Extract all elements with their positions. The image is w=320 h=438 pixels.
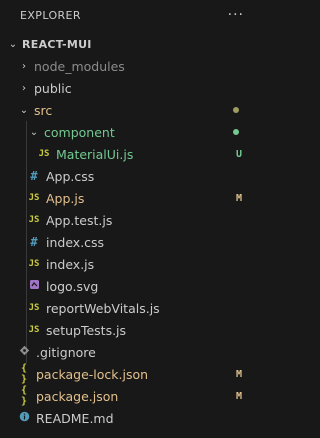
file-label: package-lock.json [36, 366, 149, 382]
file-label: MaterialUi.js [56, 146, 134, 162]
explorer-title: EXPLORER [20, 8, 81, 22]
git-file-icon [16, 345, 32, 359]
folder-src[interactable]: ⌄ src [0, 99, 256, 121]
file-tree: › node_modules › public ⌄ src ⌄ componen… [0, 55, 256, 429]
file-app-js[interactable]: JS App.js M [0, 187, 256, 209]
file-app-test-js[interactable]: JS App.test.js [0, 209, 256, 231]
file-index-js[interactable]: JS index.js [0, 253, 256, 275]
explorer-panel: EXPLORER ··· ⌄ REACT-MUI › node_modules … [0, 0, 256, 438]
file-label: package.json [36, 388, 119, 404]
file-label: README.md [36, 410, 114, 426]
file-reportwebvitals-js[interactable]: JS reportWebVitals.js [0, 297, 256, 319]
git-status-badge: U [235, 148, 242, 160]
folder-label: node_modules [34, 58, 125, 74]
folder-component[interactable]: ⌄ component [0, 121, 256, 143]
file-index-css[interactable]: # index.css [0, 231, 256, 253]
javascript-file-icon: JS [38, 149, 50, 159]
untracked-dot-icon [233, 129, 239, 135]
chevron-down-icon: ⌄ [8, 38, 18, 50]
javascript-file-icon: JS [28, 303, 40, 313]
git-status-badge: M [235, 192, 242, 204]
explorer-header: EXPLORER ··· [0, 0, 256, 30]
javascript-file-icon: JS [28, 215, 40, 225]
folder-node-modules[interactable]: › node_modules [0, 55, 256, 77]
file-app-css[interactable]: # App.css [0, 165, 256, 187]
chevron-down-icon: ⌄ [19, 104, 29, 116]
file-package-lock-json[interactable]: { } package-lock.json M [0, 363, 256, 385]
file-label: index.css [46, 234, 105, 250]
file-label: index.js [46, 256, 95, 272]
json-file-icon: { } [20, 385, 28, 407]
chevron-right-icon: › [22, 82, 26, 94]
javascript-file-icon: JS [28, 259, 40, 269]
folder-label: src [34, 102, 53, 118]
folder-label: component [44, 124, 115, 140]
svg-file-icon [26, 279, 42, 293]
chevron-down-icon: ⌄ [29, 126, 39, 138]
chevron-right-icon: › [22, 60, 26, 72]
css-file-icon: # [30, 235, 38, 249]
file-readme-md[interactable]: README.md [0, 407, 256, 429]
more-actions-icon[interactable]: ··· [228, 7, 244, 23]
file-label: App.css [46, 168, 95, 184]
folder-label: public [34, 80, 72, 96]
json-file-icon: { } [20, 363, 28, 385]
css-file-icon: # [30, 169, 38, 183]
file-label: setupTests.js [46, 322, 127, 338]
file-gitignore[interactable]: .gitignore [0, 341, 256, 363]
file-package-json[interactable]: { } package.json M [0, 385, 256, 407]
file-label: .gitignore [36, 344, 96, 360]
file-label: logo.svg [46, 278, 99, 294]
modified-dot-icon [233, 107, 239, 113]
root-folder-label: REACT-MUI [22, 37, 92, 51]
folder-public[interactable]: › public [0, 77, 256, 99]
file-logo-svg[interactable]: logo.svg [0, 275, 256, 297]
javascript-file-icon: JS [28, 325, 40, 335]
root-folder-react-mui[interactable]: ⌄ REACT-MUI [0, 33, 256, 55]
file-label: App.js [46, 190, 85, 206]
git-status-badge: M [235, 368, 242, 380]
info-file-icon [16, 411, 32, 425]
file-label: reportWebVitals.js [46, 300, 160, 316]
file-setuptests-js[interactable]: JS setupTests.js [0, 319, 256, 341]
git-status-badge: M [235, 390, 242, 402]
file-label: App.test.js [46, 212, 113, 228]
file-materialui-js[interactable]: JS MaterialUi.js U [0, 143, 256, 165]
javascript-file-icon: JS [28, 193, 40, 203]
